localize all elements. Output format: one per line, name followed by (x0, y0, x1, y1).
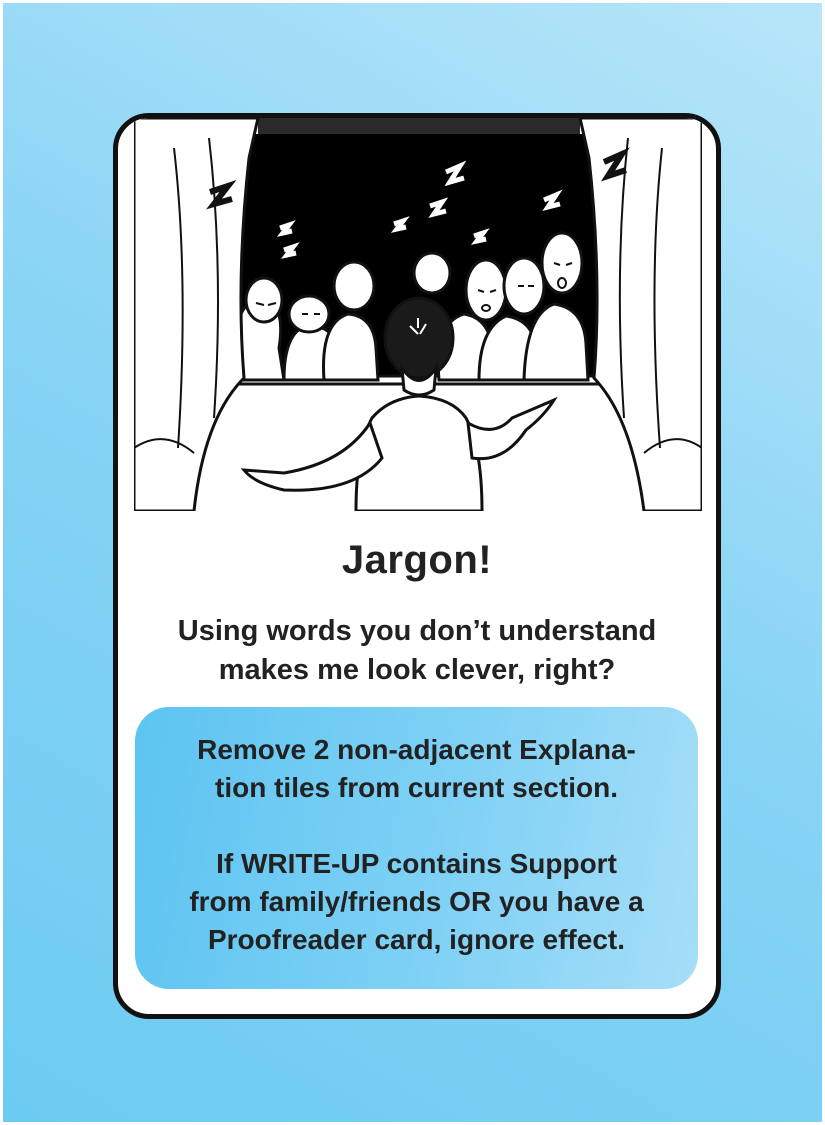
effect-line: Proofreader card, ignore effect. (207, 924, 625, 955)
effect-line: from family/friends OR you have a (189, 886, 644, 917)
flavor-text: Using words you don’t understand makes m… (118, 612, 716, 690)
card-title: Jargon! (341, 538, 493, 582)
flavor-line: makes me look clever, right? (218, 654, 616, 686)
stage-curtain-right-icon (578, 118, 702, 511)
flavor-line: Using words you don’t understand (177, 615, 657, 647)
stage-curtain-left-icon (134, 118, 260, 511)
effect-box: Remove 2 non-adjacent Explana- tion tile… (135, 707, 698, 989)
game-card[interactable]: Jargon! Using words you don’t understand… (113, 113, 721, 1019)
stage-illustration (134, 118, 702, 511)
effect-line: tion tiles from current section. (215, 772, 618, 803)
effect-line: If WRITE-UP contains Support (216, 848, 617, 879)
effect-line: Remove 2 non-adjacent Explana- (197, 734, 636, 765)
